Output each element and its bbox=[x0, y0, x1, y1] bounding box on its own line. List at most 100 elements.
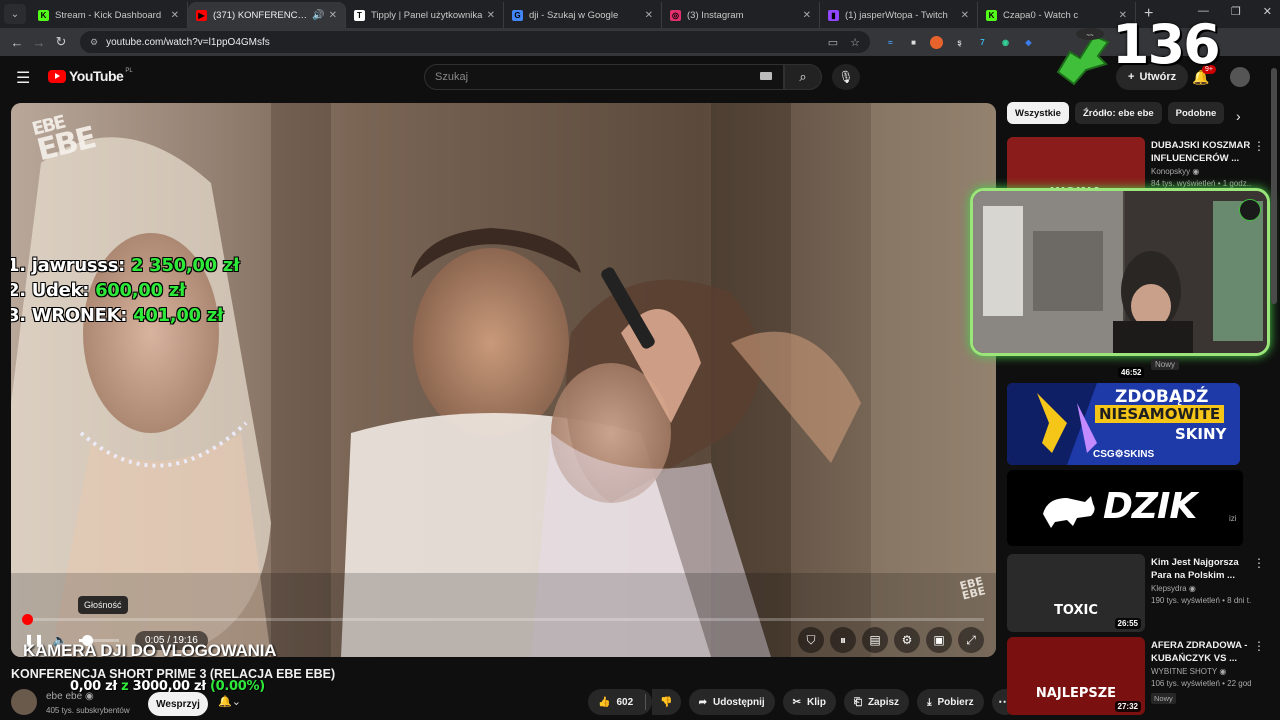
close-tab-icon[interactable]: ✕ bbox=[961, 10, 969, 21]
search-button[interactable]: ⌕ bbox=[784, 64, 822, 90]
channel-avatar[interactable] bbox=[11, 689, 37, 715]
audio-icon[interactable]: 🔊 bbox=[312, 10, 324, 21]
tab-search-button[interactable]: ⌄ bbox=[4, 4, 26, 24]
save-button[interactable]: ⎗ Zapisz bbox=[843, 689, 910, 715]
fullscreen-icon[interactable]: ⤢ bbox=[958, 627, 984, 653]
video-channel[interactable]: Konopskyy ◉ bbox=[1151, 167, 1199, 176]
settings-icon[interactable]: ⚙ bbox=[894, 627, 920, 653]
dzik-ad[interactable]: DZIK izi bbox=[1007, 470, 1243, 546]
channel-text: WYBITNE SHOTY bbox=[1151, 667, 1218, 676]
extension-icon[interactable]: ȿ bbox=[953, 36, 966, 49]
filter-chip[interactable]: Źródło: ebe ebe bbox=[1074, 102, 1162, 124]
close-tab-icon[interactable]: ✕ bbox=[329, 10, 337, 21]
dzik-brand: DZIK bbox=[1103, 486, 1197, 527]
url-text: youtube.com/watch?v=l1ppO4GMsfs bbox=[106, 36, 270, 48]
sponsor-shield-icon[interactable]: ⛉ bbox=[798, 627, 824, 653]
like-count: 602 bbox=[616, 696, 634, 708]
video-title[interactable]: Kim Jest Najgorsza Para na Polskim ... bbox=[1151, 556, 1251, 582]
filter-chip[interactable]: Podobne bbox=[1167, 102, 1225, 124]
video-channel[interactable]: WYBITNE SHOTY ◉ bbox=[1151, 667, 1226, 676]
recommended-video[interactable]: NAJLEPSZE 27:32 AFERA ZDRADOWA - KUBAŃCZYK… bbox=[1007, 637, 1272, 715]
channel-text: Konopskyy bbox=[1151, 167, 1191, 176]
verified-icon: ◉ bbox=[1188, 584, 1196, 593]
more-options-icon[interactable]: ⋮ bbox=[1253, 639, 1265, 653]
support-button[interactable]: Wesprzyj bbox=[148, 692, 208, 716]
download-button[interactable]: ⤓ Pobierz bbox=[917, 689, 984, 715]
extension-icon[interactable]: ■ bbox=[907, 36, 920, 49]
like-button[interactable]: 👍 602 bbox=[588, 689, 653, 715]
video-meta: 84 tys. wyświetleń • 1 godz... bbox=[1151, 179, 1251, 188]
ad-line-2: NIESAMOWITE bbox=[1095, 405, 1225, 423]
keyboard-icon[interactable] bbox=[760, 72, 772, 80]
share-button[interactable]: ➦ Udostępnij bbox=[688, 689, 775, 715]
verified-icon: ◉ bbox=[1219, 667, 1227, 676]
progress-bar[interactable] bbox=[21, 614, 984, 625]
more-options-icon[interactable]: ⋮ bbox=[1253, 556, 1265, 570]
autoplay-toggle-icon[interactable]: ⏸ bbox=[830, 627, 856, 653]
close-window-icon[interactable]: ✕ bbox=[1263, 5, 1272, 18]
back-icon[interactable]: ← bbox=[6, 35, 28, 50]
chevron-right-icon[interactable]: › bbox=[1236, 108, 1241, 124]
thumbs-up-icon: 👍 bbox=[598, 696, 611, 708]
top-donors-list: 1. jawrusss: 2 350,00 zł 2. Udek: 600,00 … bbox=[11, 253, 240, 328]
download-label: Pobierz bbox=[937, 696, 974, 708]
extension-icon[interactable]: ≈ bbox=[884, 36, 897, 49]
ebe-logo: EBE EBE bbox=[30, 109, 98, 169]
browser-tab[interactable]: ▶ (371) KONFERENCJA SHORT PRIME 3🔊 ✕ bbox=[188, 2, 346, 28]
miniplayer-icon[interactable]: ▣ bbox=[926, 627, 952, 653]
donor-row: 1. jawrusss: 2 350,00 zł bbox=[11, 253, 240, 278]
search-placeholder: Szukaj bbox=[435, 71, 469, 83]
subtitles-icon[interactable]: ▤ bbox=[862, 627, 888, 653]
close-tab-icon[interactable]: ✕ bbox=[645, 10, 653, 21]
browser-tab[interactable]: K Stream - Kick Dashboard ✕ bbox=[30, 2, 188, 28]
tab-title: dji - Szukaj w Google bbox=[529, 9, 619, 21]
video-thumbnail[interactable]: TOXIC 26:55 bbox=[1007, 554, 1145, 632]
youtube-logo[interactable]: YouTube PL bbox=[48, 68, 133, 84]
video-thumbnail[interactable]: NAJLEPSZE 27:32 bbox=[1007, 637, 1145, 715]
video-title[interactable]: AFERA ZDRADOWA - KUBAŃCZYK VS ... bbox=[1151, 639, 1251, 665]
close-tab-icon[interactable]: ✕ bbox=[803, 10, 811, 21]
extension-icon[interactable]: 7 bbox=[976, 36, 989, 49]
forward-icon[interactable]: → bbox=[28, 35, 50, 50]
svg-text:~~: ~~ bbox=[1086, 33, 1094, 39]
channel-bell-icon[interactable]: 🔔⌄ bbox=[218, 695, 241, 708]
dislike-button[interactable]: 👎 bbox=[652, 689, 681, 715]
more-options-icon[interactable]: ⋮ bbox=[1253, 139, 1265, 153]
url-field[interactable]: ⚙ youtube.com/watch?v=l1ppO4GMsfs ▭ ☆ bbox=[80, 31, 870, 53]
filter-chip[interactable]: Wszystkie bbox=[1007, 102, 1069, 124]
extension-icon[interactable]: ◉ bbox=[999, 36, 1012, 49]
close-tab-icon[interactable]: ✕ bbox=[487, 10, 495, 21]
video-player[interactable]: EBE EBE EBE EBE 1. jawrusss: 2 350,00 zł 2.… bbox=[11, 103, 996, 657]
search-input[interactable]: Szukaj bbox=[424, 64, 784, 90]
clip-button[interactable]: ✂ Klip bbox=[782, 689, 836, 715]
player-controls-right: ⛉ ⏸ ▤ ⚙ ▣ ⤢ bbox=[798, 627, 984, 653]
progress-scrubber[interactable] bbox=[21, 614, 33, 625]
csgo-skins-ad[interactable]: ZDOBĄDŹ NIESAMOWITE SKINY CSG⚙SKINS bbox=[1007, 383, 1240, 465]
ebe-watermark: EBE EBE bbox=[958, 575, 986, 603]
reload-icon[interactable]: ↻ bbox=[50, 34, 72, 50]
close-tab-icon[interactable]: ✕ bbox=[171, 10, 179, 21]
goal-percent: (0.00%) bbox=[210, 679, 265, 694]
chapter-title[interactable]: KAMERA DJI DO VLOGOWANIA bbox=[23, 641, 277, 657]
video-title[interactable]: DUBAJSKI KOSZMAR INFLUENCERÓW ... bbox=[1151, 139, 1251, 165]
menu-icon[interactable]: ☰ bbox=[16, 68, 30, 88]
sidebar-scrollbar[interactable] bbox=[1271, 68, 1277, 304]
video-meta: 106 tys. wyświetleń • 22 god... bbox=[1151, 679, 1251, 688]
tab-title: (371) KONFERENCJA SHORT PRIME 3 bbox=[213, 9, 309, 21]
channel-text: Klepsydra bbox=[1151, 584, 1187, 593]
site-info-icon[interactable]: ⚙ bbox=[90, 37, 98, 48]
browser-tab[interactable]: T Tipply | Panel użytkownika ✕ bbox=[346, 2, 504, 28]
voice-search-button[interactable]: 🎙 bbox=[832, 64, 860, 90]
extension-icon[interactable]: ◈ bbox=[1022, 36, 1035, 49]
video-frame bbox=[11, 103, 996, 657]
bookmark-star-icon[interactable]: ☆ bbox=[850, 36, 860, 49]
browser-tab[interactable]: ◎ (3) Instagram ✕ bbox=[662, 2, 820, 28]
cast-icon[interactable]: ▭ bbox=[828, 36, 838, 49]
extension-icon[interactable] bbox=[930, 35, 943, 49]
recommended-video[interactable]: TOXIC 26:55 Kim Jest Najgorsza Para na Pol… bbox=[1007, 554, 1272, 632]
browser-tab[interactable]: ▮ (1) jasperWtopa - Twitch ✕ bbox=[820, 2, 978, 28]
video-channel[interactable]: Klepsydra ◉ bbox=[1151, 584, 1196, 593]
browser-tab[interactable]: Gdji - Szukaj w Google ✕ bbox=[504, 2, 662, 28]
video-actions: 👍 602 👎 ➦ Udostępnij ✂ Klip ⎗ Zapisz ⤓ Pobier… bbox=[588, 689, 1018, 715]
like-divider bbox=[645, 694, 647, 710]
